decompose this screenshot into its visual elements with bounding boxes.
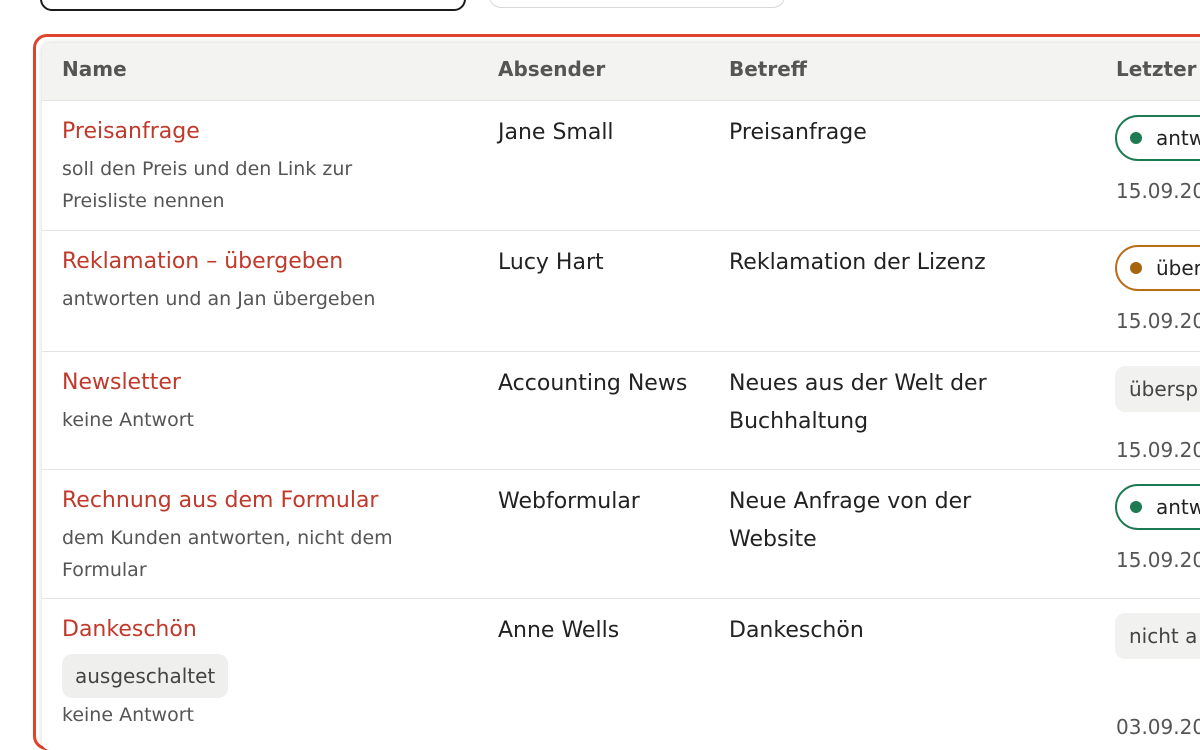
table-row[interactable]: Rechnung aus dem Formular dem Kunden ant…: [42, 470, 1200, 599]
rule-name-link[interactable]: Reklamation – übergeben: [62, 249, 343, 274]
rule-name-link[interactable]: Preisanfrage: [62, 119, 200, 144]
filter-input[interactable]: [40, 0, 466, 11]
rule-name-link[interactable]: Newsletter: [62, 370, 181, 395]
filter-button[interactable]: [489, 0, 785, 8]
rule-description: antworten und an Jan übergeben: [62, 288, 376, 310]
table-row[interactable]: Preisanfrage soll den Preis und den Link…: [42, 101, 1200, 231]
status-badge: übersp: [1115, 366, 1200, 412]
sender-cell: Anne Wells: [498, 618, 620, 643]
sender-cell: Accounting News: [498, 371, 688, 396]
table-row[interactable]: Newsletter keine Antwort Accounting News…: [42, 352, 1200, 470]
subject-cell: Neues aus der Welt der Buchhaltung: [729, 371, 987, 434]
subject-cell: Reklamation der Lizenz: [729, 250, 986, 275]
status-dot-icon: [1130, 501, 1142, 513]
rule-name-link[interactable]: Rechnung aus dem Formular: [62, 488, 378, 513]
last-date: 15.09.20: [1116, 179, 1200, 203]
column-header-subject[interactable]: Betreff: [729, 57, 807, 81]
subject-cell: Dankeschön: [729, 618, 864, 643]
last-date: 15.09.20: [1116, 309, 1200, 333]
status-label: antw: [1156, 495, 1200, 519]
table-header: Name Absender Betreff Letzter l: [42, 43, 1200, 101]
rules-table: Name Absender Betreff Letzter l Preisanf…: [42, 43, 1200, 750]
rule-description: dem Kunden antworten, nicht dem Formular: [62, 527, 393, 581]
sender-cell: Webformular: [498, 489, 640, 514]
status-dot-icon: [1130, 132, 1142, 144]
status-label: nicht a: [1129, 624, 1198, 648]
disabled-tag: ausgeschaltet: [62, 654, 229, 698]
status-label: antw: [1156, 126, 1200, 150]
last-date: 15.09.20: [1116, 548, 1200, 572]
sender-cell: Jane Small: [498, 120, 614, 145]
status-label: übersp: [1129, 377, 1199, 401]
status-badge: über: [1115, 245, 1200, 291]
sender-cell: Lucy Hart: [498, 250, 604, 275]
column-header-sender[interactable]: Absender: [498, 57, 605, 81]
column-header-last[interactable]: Letzter l: [1116, 57, 1200, 81]
status-badge: antw: [1115, 484, 1200, 530]
rule-name-link[interactable]: Dankeschön: [62, 617, 197, 642]
status-badge: nicht a: [1115, 613, 1200, 659]
status-dot-icon: [1130, 262, 1142, 274]
last-date: 03.09.20: [1116, 715, 1200, 739]
subject-cell: Neue Anfrage von der Website: [729, 489, 972, 552]
rule-description: keine Antwort: [62, 704, 194, 726]
subject-cell: Preisanfrage: [729, 120, 867, 145]
status-label: über: [1156, 256, 1200, 280]
rule-description: soll den Preis und den Link zur Preislis…: [62, 158, 353, 212]
table-row[interactable]: Reklamation – übergeben antworten und an…: [42, 231, 1200, 352]
column-header-name[interactable]: Name: [62, 57, 127, 81]
last-date: 15.09.20: [1116, 438, 1200, 462]
rule-description: keine Antwort: [62, 409, 194, 431]
status-badge: antw: [1115, 115, 1200, 161]
